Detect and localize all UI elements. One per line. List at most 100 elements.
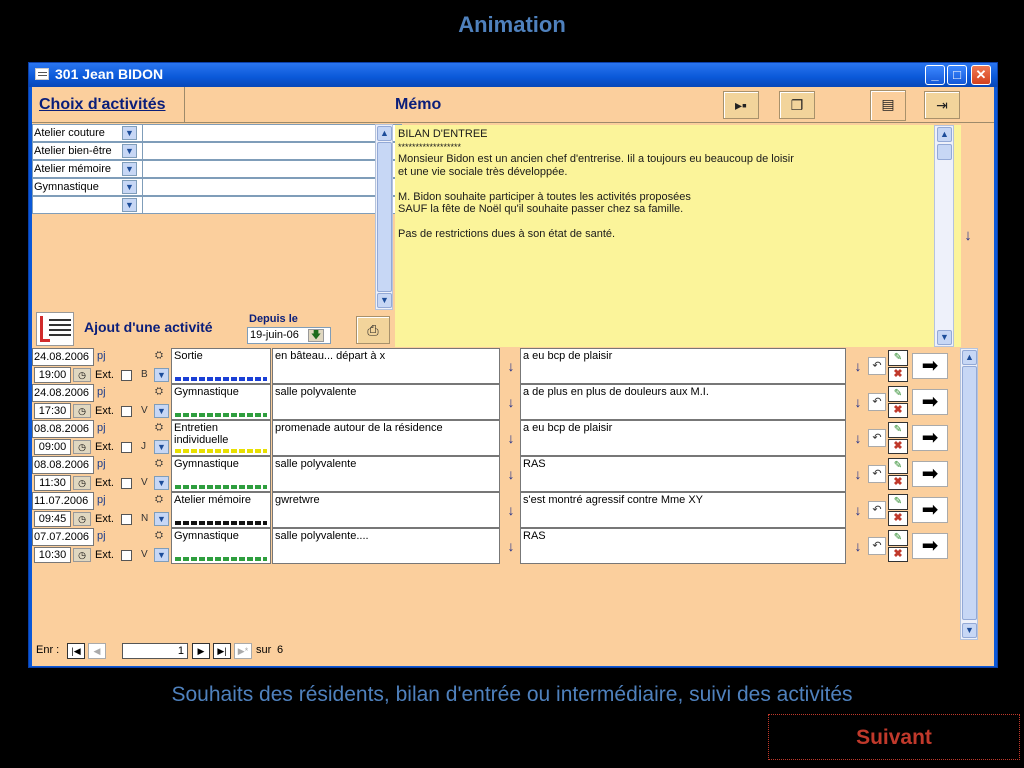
last-record-icon[interactable]: ▶| [213,643,231,659]
minimize-button[interactable]: _ [925,65,945,85]
arrow-right-icon[interactable]: ➡ [912,461,948,487]
clock-icon[interactable]: ◷ [73,368,91,382]
scroll-down-icon[interactable]: ▼ [377,293,392,308]
scroll-thumb[interactable] [377,142,392,292]
date-field[interactable]: 24.08.2006 [32,384,94,402]
first-record-icon[interactable]: |◀ [67,643,85,659]
table-row[interactable]: 24.08.2006 pj ⛭ 19:00 ◷ Ext. B ▼ Sortie en bâteau… [32,348,958,384]
chevron-down-icon[interactable]: ▼ [154,404,169,418]
activity-field[interactable]: Gymnastique [171,456,271,492]
current-record-field[interactable]: 1 [122,643,188,659]
external-checkbox[interactable] [121,406,132,417]
arrow-down-icon[interactable]: ↓ [502,384,520,420]
edit-icon[interactable]: ✎ [888,422,908,438]
activity-field[interactable]: Atelier mémoire [171,492,271,528]
location-field[interactable]: gwretwre [272,492,500,528]
arrow-down-icon[interactable]: ↓ [850,501,866,519]
table-row[interactable]: 08.08.2006 pj ⛭ 11:30 ◷ Ext. V ▼ Gymnastique sall… [32,456,958,492]
activity-extra-field[interactable] [143,196,402,214]
observation-field[interactable]: RAS [520,528,846,564]
delete-icon[interactable]: ✖ [888,547,908,562]
delete-icon[interactable]: ✖ [888,367,908,382]
arrow-down-icon[interactable]: ↓ [502,528,520,564]
edit-icon[interactable]: ✎ [888,350,908,366]
chevron-down-icon[interactable]: ▼ [122,126,137,140]
arrow-down-icon[interactable]: ↓ [502,492,520,528]
activity-field[interactable]: Gymnastique [171,384,271,420]
attachment-icon[interactable]: ⛭ [150,458,168,472]
scroll-down-icon[interactable]: ▼ [937,330,952,345]
log-scrollbar[interactable]: ▲ ▼ [960,348,978,640]
clock-icon[interactable]: ◷ [73,440,91,454]
arrow-down-icon[interactable]: ↓ [958,227,978,247]
date-field[interactable]: 08.08.2006 [32,420,94,438]
activity-field[interactable]: Gymnastique [171,528,271,564]
external-checkbox[interactable] [121,370,132,381]
arrow-down-icon[interactable]: ↓ [850,537,866,555]
undo-icon[interactable]: ↶ [868,357,886,375]
activity-extra-field[interactable] [143,178,402,196]
chevron-down-icon[interactable]: ▼ [154,548,169,562]
arrow-down-icon[interactable]: ↓ [502,420,520,456]
table-row[interactable]: 08.08.2006 pj ⛭ 09:00 ◷ Ext. J ▼ Entretien indiv… [32,420,958,456]
chevron-down-icon[interactable]: ▼ [154,476,169,490]
activity-extra-field[interactable] [143,124,402,142]
arrow-down-icon[interactable]: ↓ [502,456,520,492]
activity-field[interactable]: Entretien individuelle [171,420,271,456]
arrow-right-icon[interactable]: ➡ [912,425,948,451]
arrow-down-icon[interactable]: ↓ [850,357,866,375]
delete-icon[interactable]: ✖ [888,475,908,490]
print-icon[interactable]: ⎙ [356,316,390,344]
new-record-icon[interactable]: ▶* [234,643,252,659]
next-button[interactable]: Suivant [768,714,1020,760]
add-activity-icon[interactable] [36,312,74,346]
arrow-down-icon[interactable]: ↓ [850,393,866,411]
date-field[interactable]: 07.07.2006 [32,528,94,546]
record-play-icon[interactable]: ▸▪ [723,91,759,119]
external-checkbox[interactable] [121,442,132,453]
scroll-up-icon[interactable]: ▲ [377,126,392,141]
close-button[interactable]: ✕ [971,65,991,85]
add-activity-label[interactable]: Ajout d'une activité [84,319,213,335]
observation-field[interactable]: a de plus en plus de douleurs aux M.I. [520,384,846,420]
scroll-thumb[interactable] [962,366,977,620]
clock-icon[interactable]: ◷ [73,548,91,562]
memo-scrollbar[interactable]: ▲ ▼ [934,125,954,347]
chevron-down-icon[interactable]: ▼ [154,512,169,526]
filter-down-icon[interactable]: 🡇 [308,329,324,342]
activity-extra-field[interactable] [143,160,402,178]
activity-field[interactable]: Sortie [171,348,271,384]
list-item[interactable]: Gymnastique ▼ [32,178,402,196]
observation-field[interactable]: a eu bcp de plaisir [520,420,846,456]
previous-record-icon[interactable]: ◀ [88,643,106,659]
time-field[interactable]: 11:30 [34,475,71,491]
observation-field[interactable]: a eu bcp de plaisir [520,348,846,384]
scroll-down-icon[interactable]: ▼ [962,623,977,638]
notebook-icon[interactable]: ▤ [870,90,906,121]
edit-icon[interactable]: ✎ [888,530,908,546]
time-field[interactable]: 19:00 [34,367,71,383]
observation-field[interactable]: s'est montré agressif contre Mme XY [520,492,846,528]
table-row[interactable]: 11.07.2006 pj ⛭ 09:45 ◷ Ext. N ▼ Atelier mémoire… [32,492,958,528]
undo-icon[interactable]: ↶ [868,393,886,411]
arrow-right-icon[interactable]: ➡ [912,497,948,523]
undo-icon[interactable]: ↶ [868,501,886,519]
list-item[interactable]: Atelier couture ▼ [32,124,402,142]
chevron-down-icon[interactable]: ▼ [154,368,169,382]
chevron-down-icon[interactable]: ▼ [122,198,137,212]
edit-icon[interactable]: ✎ [888,386,908,402]
delete-icon[interactable]: ✖ [888,439,908,454]
clock-icon[interactable]: ◷ [73,512,91,526]
activity-list-scrollbar[interactable]: ▲ ▼ [375,124,393,310]
activities-header[interactable]: Choix d'activités [39,96,166,114]
next-record-icon[interactable]: ▶ [192,643,210,659]
arrow-down-icon[interactable]: ↓ [850,429,866,447]
undo-icon[interactable]: ↶ [868,465,886,483]
date-field[interactable]: 24.08.2006 [32,348,94,366]
observation-field[interactable]: RAS [520,456,846,492]
location-field[interactable]: salle polyvalente.... [272,528,500,564]
chevron-down-icon[interactable]: ▼ [122,180,137,194]
list-item[interactable]: Atelier bien-être ▼ [32,142,402,160]
undo-icon[interactable]: ↶ [868,537,886,555]
attachment-icon[interactable]: ⛭ [150,386,168,400]
